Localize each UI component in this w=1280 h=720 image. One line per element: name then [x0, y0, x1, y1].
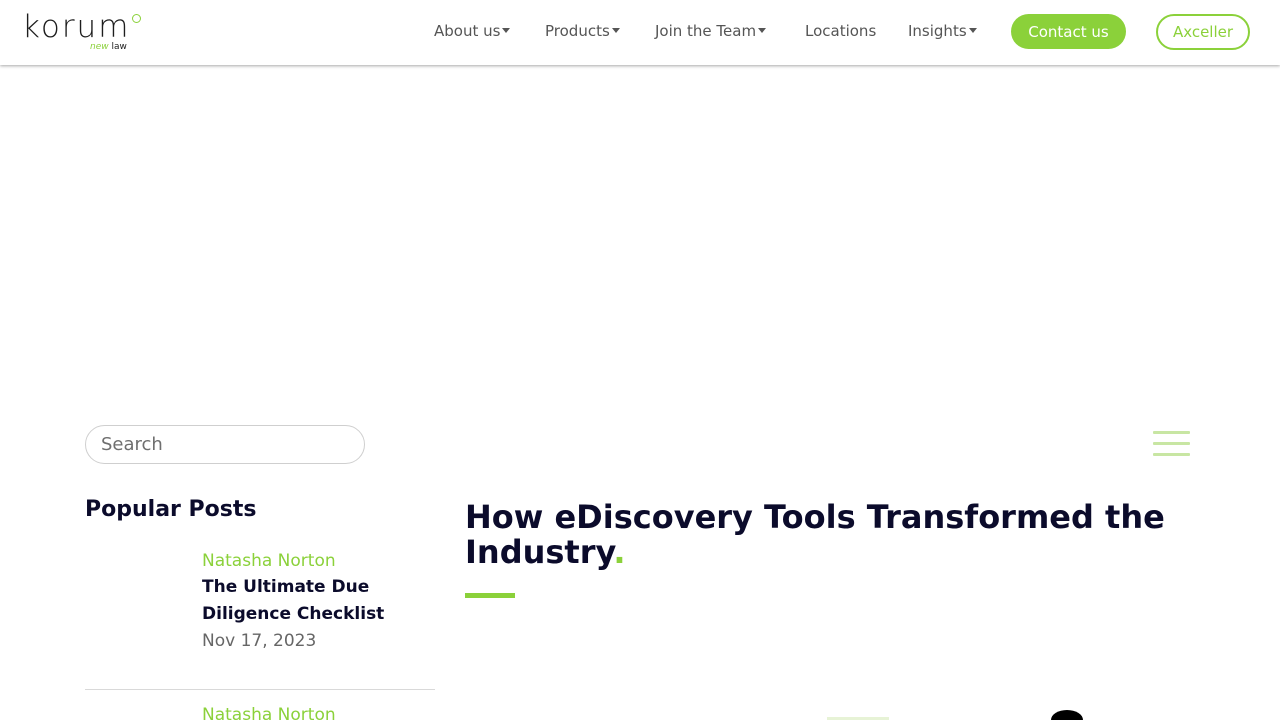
nav-locations[interactable]: Locations [805, 22, 876, 40]
hamburger-line [1153, 453, 1190, 456]
hamburger-line [1153, 442, 1190, 445]
axceller-button[interactable]: Axceller [1156, 14, 1250, 50]
popular-posts-heading: Popular Posts [85, 497, 257, 522]
nav-products-label: Products [545, 22, 610, 40]
search-input[interactable] [85, 425, 365, 464]
nav-insights[interactable]: Insights [908, 22, 977, 40]
article-title-text: How eDiscovery Tools Transformed the Ind… [465, 498, 1165, 571]
caret-down-icon [611, 28, 620, 33]
nav-locations-label: Locations [805, 22, 877, 40]
nav-about-us-label: About us [434, 22, 501, 40]
caret-down-icon [968, 28, 977, 33]
hamburger-line [1153, 431, 1190, 434]
nav-join-the-team-label: Join the Team [655, 22, 757, 40]
logo-tagline-prefix: new [90, 42, 109, 52]
post-thumbnail[interactable] [85, 548, 185, 648]
logo-tagline-suffix: law [111, 42, 127, 52]
logo-ring-icon [132, 14, 141, 23]
nav-insights-label: Insights [908, 22, 967, 40]
post-title[interactable]: The Ultimate Due Diligence Checklist [202, 574, 412, 628]
logo-tagline: new law [90, 42, 127, 52]
caret-down-icon [502, 28, 511, 33]
post-author[interactable]: Natasha Norton [202, 705, 336, 720]
logo-wordmark: korum [22, 9, 131, 45]
nav-products[interactable]: Products [545, 22, 620, 40]
article-title-dot: . [613, 533, 626, 571]
post-date: Nov 17, 2023 [202, 631, 317, 651]
post-divider [85, 689, 435, 690]
title-underline [465, 593, 515, 598]
nav-join-the-team[interactable]: Join the Team [655, 22, 767, 40]
post-author[interactable]: Natasha Norton [202, 551, 336, 571]
caret-down-icon [758, 28, 767, 33]
partner-logo-peek [1051, 710, 1083, 720]
site-header: korum new law About us Products Join the… [0, 0, 1280, 65]
contact-us-button[interactable]: Contact us [1011, 14, 1126, 49]
korum-logo[interactable]: korum new law [22, 10, 147, 56]
article-title: How eDiscovery Tools Transformed the Ind… [465, 500, 1165, 570]
nav-about-us[interactable]: About us [434, 22, 511, 40]
hamburger-icon[interactable] [1153, 431, 1190, 457]
